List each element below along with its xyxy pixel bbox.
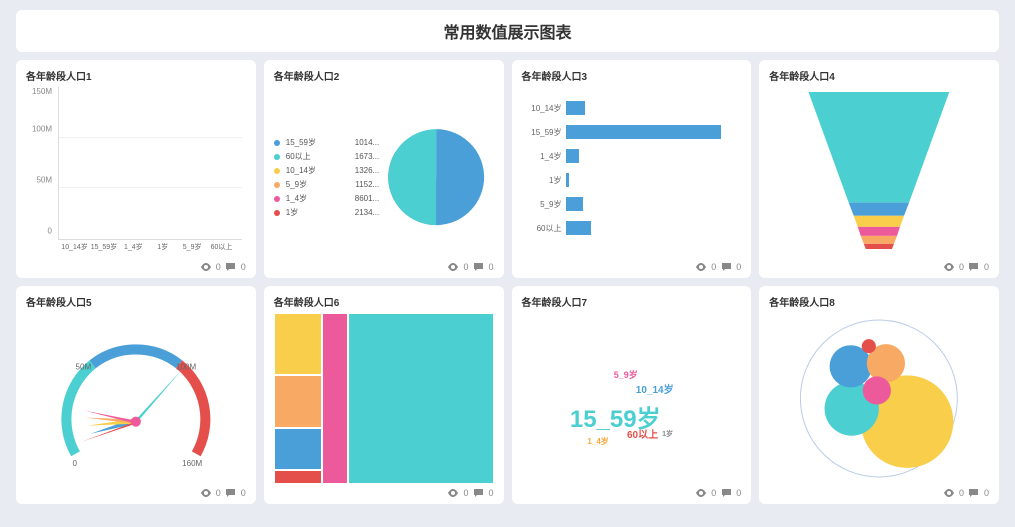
chart5-body[interactable]: 0 50M 100M 160M: [26, 313, 246, 484]
funnel-chart[interactable]: [769, 87, 989, 258]
chart1-yaxis: 0 50M 100M 150M: [26, 87, 56, 240]
chart2-title: 各年龄段人口2: [274, 68, 494, 83]
hbar-5-9[interactable]: [566, 197, 584, 211]
treemap-10-14[interactable]: [274, 313, 322, 375]
treemap-5-9[interactable]: [274, 375, 322, 429]
gauge-chart[interactable]: 0 50M 100M 160M: [26, 313, 246, 484]
chart8-body[interactable]: [769, 313, 989, 484]
card-footer: 0 0: [769, 484, 989, 500]
chart1-body[interactable]: 0 50M 100M 150M 10_14岁 15_59岁 1_4岁: [26, 87, 246, 258]
chart4-title: 各年龄段人口4: [769, 68, 989, 83]
word-60plus[interactable]: 60以上: [627, 426, 658, 441]
card-chart4: 各年龄段人口4 0 0: [759, 60, 999, 278]
word-1[interactable]: 1岁: [662, 429, 673, 439]
card-footer: 0 0: [522, 258, 742, 274]
chart8-title: 各年龄段人口8: [769, 294, 989, 309]
card-chart2: 各年龄段人口2 15_59岁1014... 60以上1673... 10_14岁…: [264, 60, 504, 278]
hbar-1[interactable]: [566, 173, 569, 187]
treemap-15-59[interactable]: [348, 313, 493, 484]
treemap-60plus[interactable]: [274, 428, 322, 470]
gauge-tick-50: 50M: [76, 362, 92, 371]
comment-icon: [225, 488, 237, 498]
chart5-title: 各年龄段人口5: [26, 294, 246, 309]
page-title: 常用数值展示图表: [443, 19, 571, 43]
card-footer: 0 0: [522, 484, 742, 500]
card-chart1: 各年龄段人口1 0 50M 100M 150M 10_14岁: [16, 60, 256, 278]
comment-icon: [472, 262, 484, 272]
word-10-14[interactable]: 10_14岁: [636, 381, 674, 396]
card-chart5: 各年龄段人口5 0 50M 100M 160M 0: [16, 286, 256, 504]
card-footer: 0 0: [26, 484, 246, 500]
hbar-10-14[interactable]: [566, 101, 586, 115]
chart6-title: 各年龄段人口6: [274, 294, 494, 309]
card-footer: 0 0: [26, 258, 246, 274]
card-chart8: 各年龄段人口8 0 0: [759, 286, 999, 504]
eye-icon: [447, 262, 459, 272]
eye-icon: [695, 262, 707, 272]
bubble-chart[interactable]: [769, 313, 989, 484]
chart1-xlabels: 10_14岁 15_59岁 1_4岁 1岁 5_9岁 60以上: [58, 242, 242, 258]
hbar-1-4[interactable]: [566, 149, 579, 163]
page-header: 常用数值展示图表: [16, 10, 999, 52]
comment-icon: [225, 262, 237, 272]
chart-grid: 各年龄段人口1 0 50M 100M 150M 10_14岁: [0, 60, 1015, 504]
bubble-1[interactable]: [862, 339, 876, 353]
eye-icon: [695, 488, 707, 498]
chart1-title: 各年龄段人口1: [26, 68, 246, 83]
eye-icon: [200, 488, 212, 498]
card-chart3: 各年龄段人口3 10_14岁 15_59岁 1_4岁 1岁 5_9岁 60以上 …: [512, 60, 752, 278]
chart4-body[interactable]: [769, 87, 989, 258]
word-1-4[interactable]: 1_4岁: [587, 436, 608, 447]
card-chart6: 各年龄段人口6 0 0: [264, 286, 504, 504]
comment-icon: [968, 262, 980, 272]
chart2-body[interactable]: 15_59岁1014... 60以上1673... 10_14岁1326... …: [274, 87, 494, 258]
gauge-tick-0: 0: [73, 459, 78, 468]
card-footer: 0 0: [274, 258, 494, 274]
chart2-legend: 15_59岁1014... 60以上1673... 10_14岁1326... …: [274, 134, 379, 221]
treemap-1-4[interactable]: [322, 313, 348, 484]
chart7-body[interactable]: 15_59岁 60以上 10_14岁 5_9岁 1_4岁 1岁: [522, 313, 742, 484]
comment-icon: [720, 488, 732, 498]
hbar-60plus[interactable]: [566, 221, 591, 235]
chart1-plot: [58, 87, 242, 240]
chart3-title: 各年龄段人口3: [522, 68, 742, 83]
hbar-15-59[interactable]: [566, 125, 722, 139]
comment-icon: [968, 488, 980, 498]
treemap-1[interactable]: [274, 470, 322, 484]
eye-icon: [447, 488, 459, 498]
chart6-body[interactable]: [274, 313, 494, 484]
card-footer: 0 0: [274, 484, 494, 500]
gauge-tick-160: 160M: [182, 459, 202, 468]
card-chart7: 各年龄段人口7 15_59岁 60以上 10_14岁 5_9岁 1_4岁 1岁 …: [512, 286, 752, 504]
bubble-1-4[interactable]: [863, 376, 891, 404]
chart3-body[interactable]: 10_14岁 15_59岁 1_4岁 1岁 5_9岁 60以上: [522, 87, 742, 258]
eye-icon: [943, 262, 955, 272]
word-5-9[interactable]: 5_9岁: [614, 368, 638, 381]
chart7-title: 各年龄段人口7: [522, 294, 742, 309]
card-footer: 0 0: [769, 258, 989, 274]
comment-icon: [472, 488, 484, 498]
eye-icon: [200, 262, 212, 272]
pie-chart[interactable]: [379, 120, 493, 234]
gauge-tick-100: 100M: [176, 362, 196, 371]
comment-icon: [720, 262, 732, 272]
eye-icon: [943, 488, 955, 498]
